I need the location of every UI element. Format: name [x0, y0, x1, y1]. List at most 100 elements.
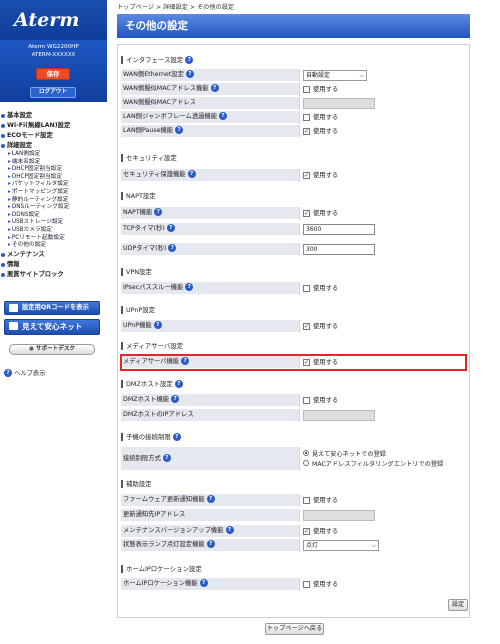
help-icon[interactable]: ? — [219, 112, 228, 120]
radio-mac-filtering[interactable] — [303, 460, 309, 466]
set-button[interactable]: 設定 — [448, 599, 468, 611]
help-display-link[interactable]: ? ヘルプ表示 — [4, 369, 46, 378]
arrow-icon: ▸ — [8, 234, 11, 241]
mieru-anshin-net-button[interactable]: 見えて安心ネット — [4, 319, 100, 335]
row-wan-pseudo-mac: WAN側擬似MACアドレス機能? 使用する — [121, 83, 466, 96]
help-icon[interactable]: ? — [153, 321, 162, 329]
upnp-checkbox[interactable]: ✓ — [303, 323, 310, 330]
section-title-aux: 補助設定 — [121, 478, 466, 490]
dmz-host-checkbox[interactable] — [303, 397, 310, 404]
chevron-down-icon: ⌵ — [371, 542, 376, 549]
arrow-icon: ▸ — [8, 204, 11, 211]
sidebar-item-wifi[interactable]: Wi-Fi(無線LAN)設定 — [0, 121, 107, 131]
help-icon[interactable]: ? — [172, 433, 181, 441]
arrow-icon: ▸ — [8, 173, 11, 180]
sidebar-nav: 基本設定 Wi-Fi(無線LAN)設定 ECOモード設定 詳細設定 ▸LAN側設… — [0, 111, 107, 280]
sidebar-item-label: 基本設定 — [7, 112, 33, 119]
sidebar-item-advanced[interactable]: 詳細設定 — [0, 141, 107, 151]
udp-timer-input[interactable]: 300 — [303, 244, 375, 255]
row-security-protection: セキュリティ保護機能? ✓ 使用する — [121, 169, 466, 182]
qr-code-icon — [9, 304, 18, 312]
home-ip-location-checkbox[interactable] — [303, 581, 310, 588]
help-icon[interactable]: ? — [206, 540, 215, 548]
sidebar-item-label: メンテナンス — [7, 250, 45, 258]
firmware-notify-checkbox[interactable] — [303, 497, 310, 504]
section-title-napt: NAPT設定 — [121, 190, 466, 202]
sidebar-subitem-lan[interactable]: ▸LAN側設定 — [0, 151, 107, 159]
row-home-ip-location: ホームIPロケーション機能? 使用する — [121, 578, 466, 591]
help-icon[interactable]: ? — [175, 126, 184, 134]
help-icon[interactable]: ? — [199, 579, 208, 587]
row-napt: NAPT機能? ✓ 使用する — [121, 207, 466, 220]
support-desk-button[interactable]: ● サポートデスク — [9, 344, 95, 355]
wan-pseudo-mac-checkbox[interactable] — [303, 86, 310, 93]
row-wan-ethernet: WAN側Ethernet設定? 自動設定 ⌵ — [121, 69, 466, 82]
napt-checkbox[interactable]: ✓ — [303, 210, 310, 217]
sidebar-item-maintenance[interactable]: メンテナンス — [0, 250, 107, 260]
sidebar-item-info[interactable]: 情報 — [0, 260, 107, 270]
sidebar-subitem-pc-remote[interactable]: ▸PCリモート起動設定 — [0, 235, 107, 243]
help-icon[interactable]: ? — [210, 84, 219, 92]
back-to-top-page-button[interactable]: トップページへ戻る — [265, 623, 324, 635]
bullet-icon — [1, 262, 5, 267]
sidebar-subitem-usb-storage[interactable]: ▸USBストレージ設定 — [0, 219, 107, 227]
wan-ethernet-select[interactable]: 自動設定 ⌵ — [303, 70, 367, 81]
sidebar-subitem-dns-routing[interactable]: ▸DNSルーティング設定 — [0, 204, 107, 212]
help-icon[interactable]: ? — [168, 244, 177, 252]
row-connection-restriction: 接続制限方式? 見えて安心ネットでの登録 MACアドレスフィルタリングエントリで… — [121, 447, 466, 471]
help-icon[interactable]: ? — [166, 224, 175, 232]
section-title-media-server: メディアサーバ設定 — [121, 340, 466, 352]
media-server-checkbox[interactable]: ✓ — [303, 359, 310, 366]
help-icon[interactable]: ? — [187, 170, 196, 178]
ipsec-passthrough-checkbox[interactable] — [303, 285, 310, 292]
help-icon[interactable]: ? — [162, 454, 171, 462]
help-icon[interactable]: ? — [185, 56, 194, 64]
row-maintenance-version-up: メンテナンスバージョンアップ機能? ✓ 使用する — [121, 525, 466, 538]
status-lamp-select[interactable]: 点灯 ⌵ — [303, 540, 379, 551]
sidebar-subitem-port-mapping[interactable]: ▸ポートマッピング設定 — [0, 189, 107, 197]
help-icon[interactable]: ? — [181, 357, 190, 365]
help-icon[interactable]: ? — [154, 208, 163, 216]
device-id: ATERM-XXXXXX — [31, 52, 76, 58]
sidebar: Aterm Aterm WG2200HP ATERM-XXXXXX 保存 ログア… — [0, 0, 107, 644]
arrow-icon: ▸ — [8, 181, 11, 188]
sidebar-item-site-block[interactable]: 悪質サイトブロック — [0, 270, 107, 280]
radio-mieru-anshin[interactable] — [303, 450, 309, 456]
help-icon[interactable]: ? — [225, 526, 234, 534]
sidebar-item-label: 悪質サイトブロック — [7, 270, 64, 278]
row-tcp-timer: TCPタイマ(秒)? 3600 — [121, 223, 466, 236]
lan-pause-checkbox[interactable]: ✓ — [303, 128, 310, 135]
arrow-icon: ▸ — [8, 219, 11, 226]
row-udp-timer: UDPタイマ(秒)? 300 — [121, 243, 466, 256]
lan-jumbo-frame-checkbox[interactable] — [303, 114, 310, 121]
sidebar-subitem-dhcp-1[interactable]: ▸DHCP固定割当設定 — [0, 166, 107, 174]
arrow-icon: ▸ — [8, 226, 11, 233]
sidebar-item-basic[interactable]: 基本設定 — [0, 111, 107, 121]
logout-button[interactable]: ログアウト — [30, 87, 76, 98]
maintenance-version-up-checkbox[interactable]: ✓ — [303, 528, 310, 535]
bullet-icon — [1, 114, 5, 118]
row-firmware-notify: ファームウェア更新通知機能? 使用する — [121, 494, 466, 507]
sidebar-item-eco[interactable]: ECOモード設定 — [0, 131, 107, 141]
help-icon[interactable]: ? — [171, 395, 180, 403]
sidebar-subitem-other[interactable]: ▸その他の設定 — [0, 242, 107, 250]
security-protection-checkbox[interactable]: ✓ — [303, 172, 310, 179]
row-ipsec-passthrough: IPsecパススルー機能? 使用する — [121, 282, 466, 295]
sidebar-subitem-usb-camera[interactable]: ▸USBカメラ設定 — [0, 227, 107, 235]
magnifier-icon — [9, 322, 18, 330]
help-icon[interactable]: ? — [185, 283, 194, 291]
bullet-icon — [1, 272, 5, 277]
sidebar-subitem-packet-filter[interactable]: ▸パケットフィルタ設定 — [0, 181, 107, 189]
help-icon[interactable]: ? — [206, 495, 215, 503]
help-icon[interactable]: ? — [185, 70, 194, 78]
row-notify-ip: 更新通知先IPアドレス — [121, 509, 466, 522]
tcp-timer-input[interactable]: 3600 — [303, 224, 375, 235]
sidebar-item-label: Wi-Fi(無線LAN)設定 — [7, 122, 71, 129]
arrow-icon: ▸ — [8, 196, 11, 203]
section-title-security: セキュリティ設定 — [121, 152, 466, 164]
help-icon[interactable]: ? — [174, 380, 183, 388]
bullet-icon — [1, 252, 5, 257]
show-qr-code-button[interactable]: 設定用QRコードを表示 — [4, 301, 100, 315]
save-button[interactable]: 保存 — [36, 68, 70, 80]
dmz-ip-input — [303, 410, 375, 421]
